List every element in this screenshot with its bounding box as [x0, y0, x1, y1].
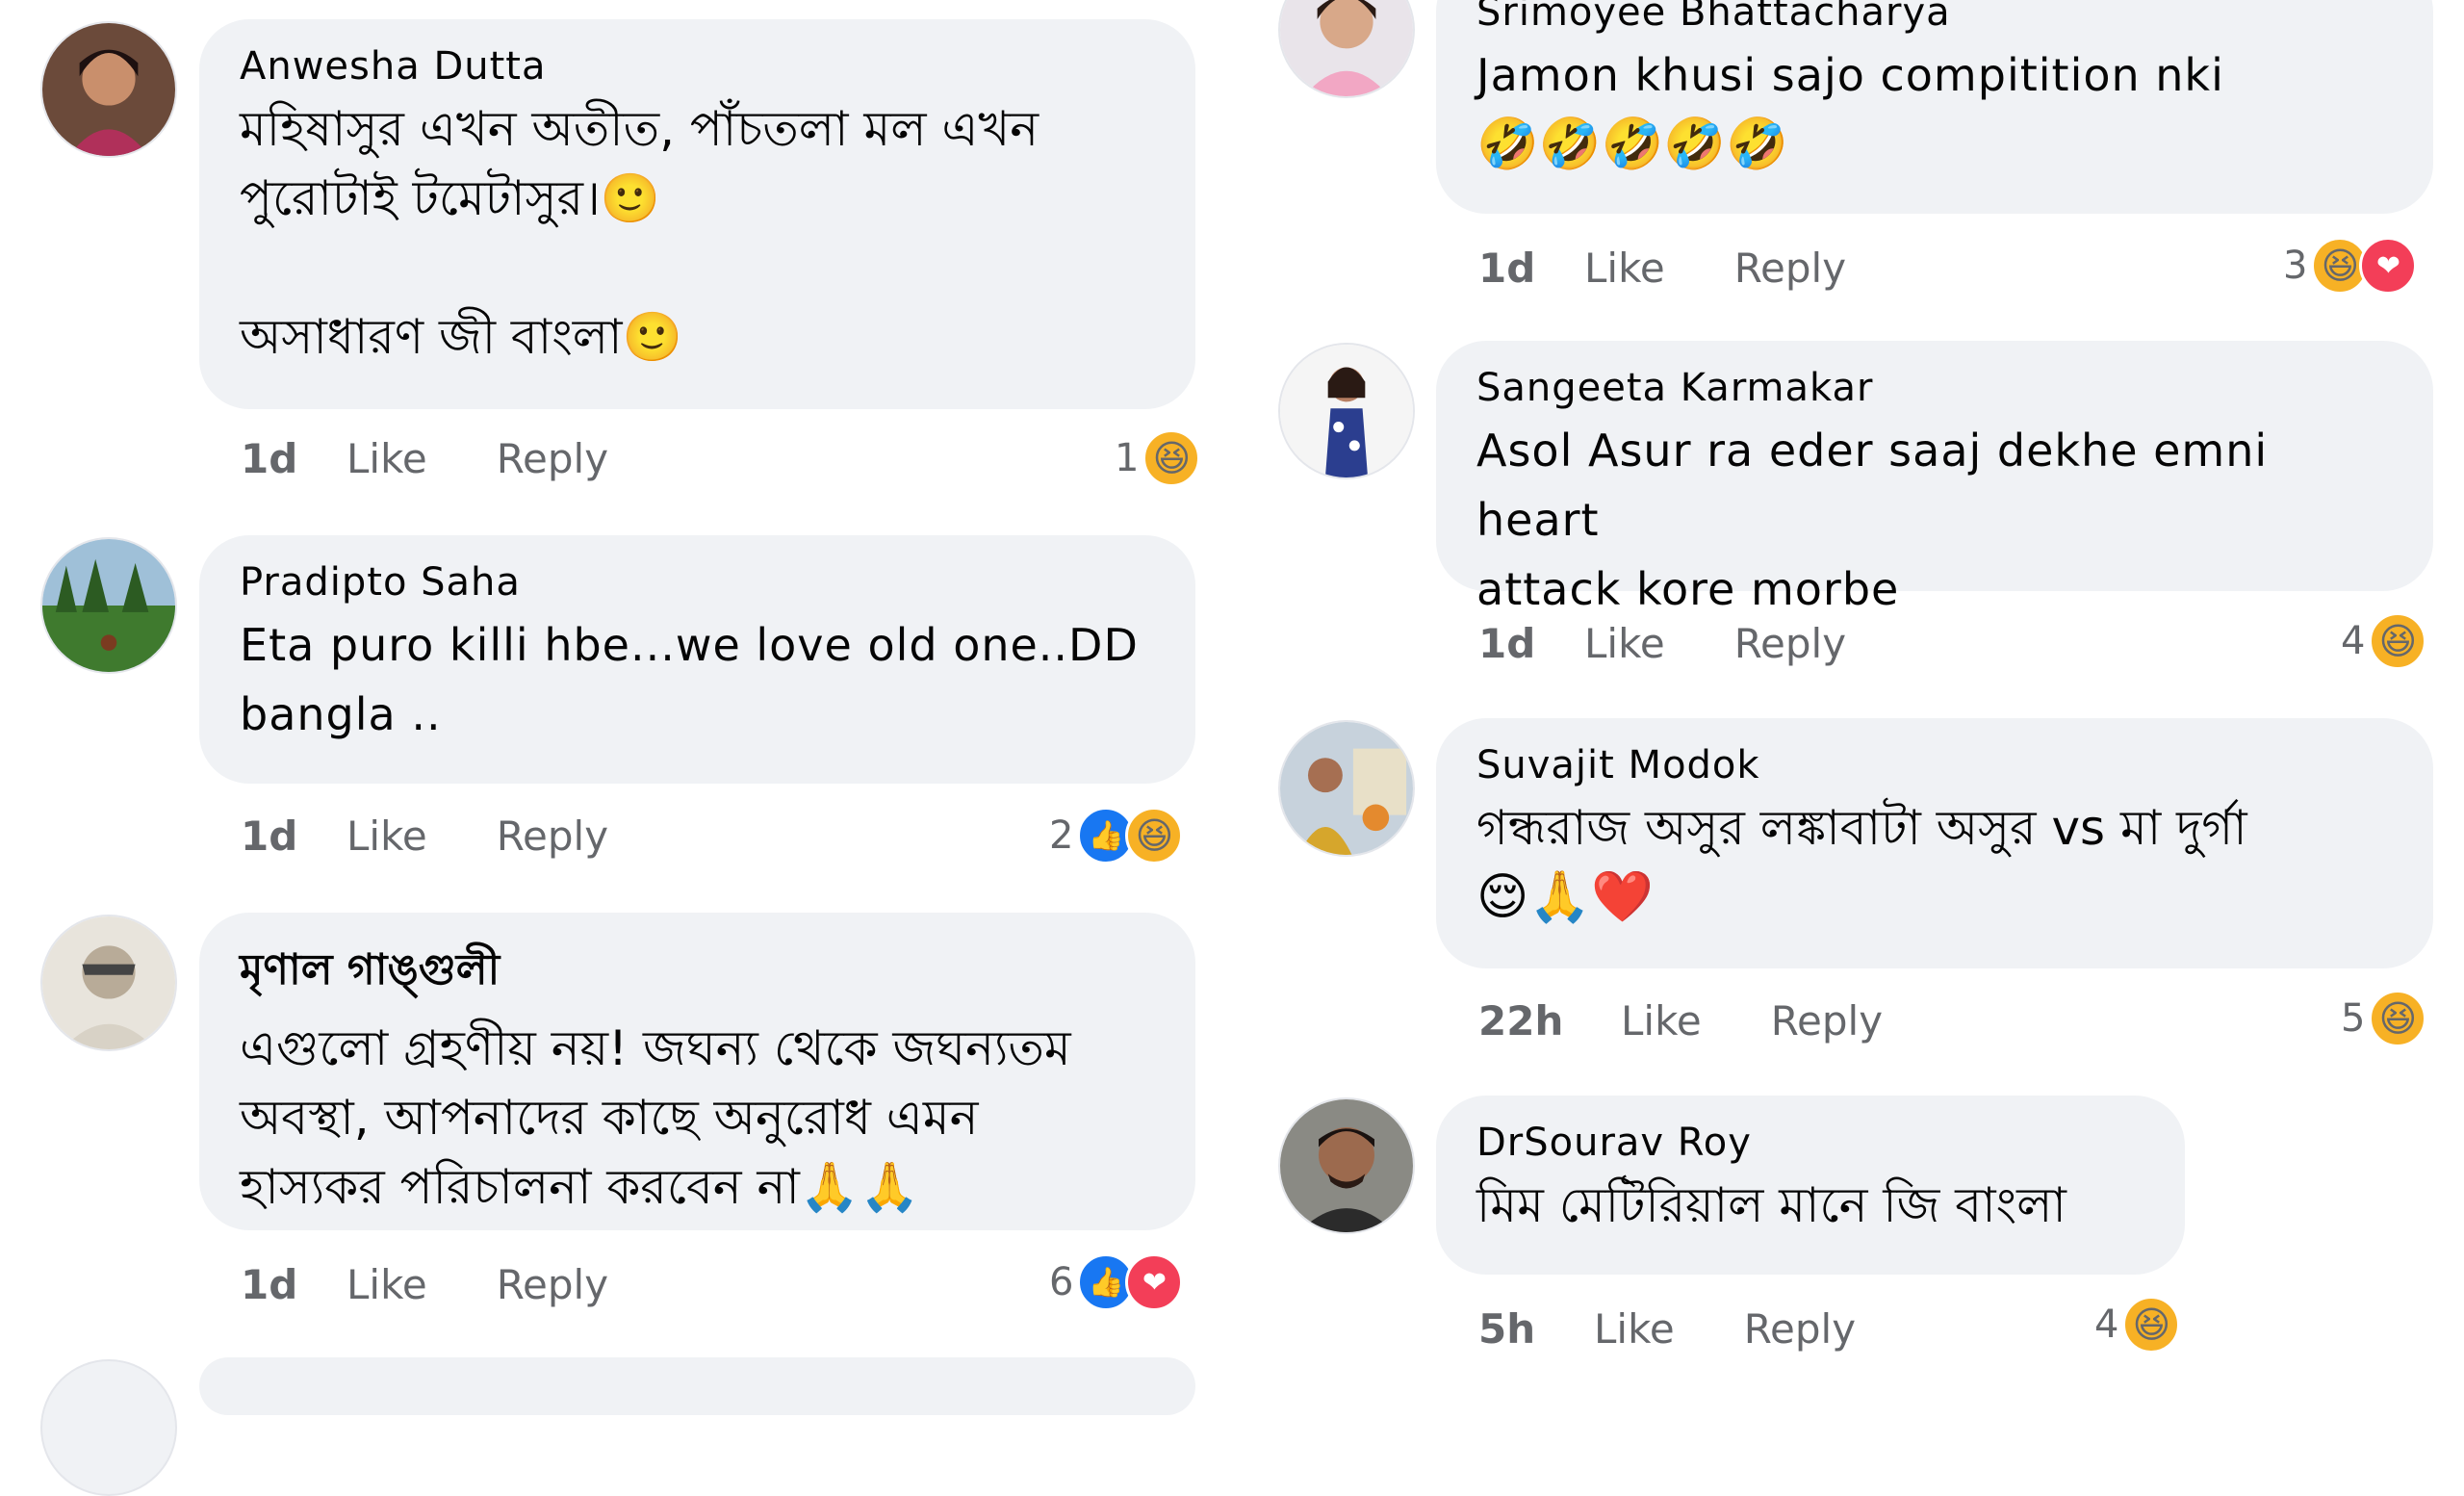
comment-author[interactable]: DrSourav Roy [1476, 1121, 2144, 1165]
like-button[interactable]: Like [1621, 997, 1702, 1045]
reply-button[interactable]: Reply [1771, 997, 1883, 1045]
comment-timestamp[interactable]: 1d [241, 812, 346, 860]
reaction-count: 5 [2341, 996, 2366, 1041]
comment-author[interactable]: Srimoyee Bhattacharya [1476, 0, 2393, 35]
reaction-count: 2 [1049, 813, 1074, 858]
reaction-count: 3 [2283, 244, 2308, 288]
comment-actions: 5h Like Reply [1478, 1305, 1925, 1353]
comment-text: মহিষাসুর এখন অতীত, পাঁচতলা মল এখন পুরোটা… [240, 101, 1040, 365]
avatar[interactable] [40, 21, 177, 158]
reaction-summary[interactable]: 4 😆 [2341, 612, 2427, 670]
haha-icon: 😆 [1142, 429, 1201, 487]
avatar[interactable] [40, 915, 177, 1051]
reaction-summary[interactable]: 2 👍 😆 [1049, 807, 1184, 864]
reply-button[interactable]: Reply [1744, 1305, 1856, 1353]
comment-bubble: Srimoyee Bhattacharya Jamon khusi sajo c… [1436, 0, 2433, 214]
comment-actions: 22h Like Reply [1478, 997, 1952, 1045]
haha-icon: 😆 [2369, 612, 2427, 670]
reply-button[interactable]: Reply [1734, 245, 1846, 292]
reply-button[interactable]: Reply [1734, 620, 1846, 667]
haha-icon: 😆 [2369, 990, 2427, 1047]
comment-author[interactable]: Suvajit Modok [1476, 743, 2393, 787]
reaction-summary[interactable]: 6 👍 ❤ [1049, 1253, 1184, 1311]
haha-icon: 😆 [1125, 807, 1184, 864]
like-button[interactable]: Like [346, 435, 427, 482]
comment-actions: 1d Like Reply [241, 812, 678, 860]
love-icon: ❤ [1125, 1253, 1184, 1311]
comment-bubble [199, 1357, 1195, 1415]
comment-author[interactable]: মৃণাল গাঙ্গুলী [240, 938, 1155, 1008]
haha-icon: 😆 [2122, 1296, 2181, 1354]
comment-text: এগুলো গ্রহণীয় নয়! জঘন্য থেকে জঘন্যতম অ… [240, 1020, 1071, 1215]
like-button[interactable]: Like [1584, 245, 1665, 292]
comment-actions: 1d Like Reply [1478, 620, 1915, 667]
reaction-summary[interactable]: 3 😆 ❤ [2283, 237, 2418, 295]
like-button[interactable]: Like [1594, 1305, 1675, 1353]
comment-text: গন্ধরাজ অসুর লঙ্কাবাটা অসুর vs মা দুর্গা [1476, 800, 2247, 856]
comment-author[interactable]: Anwesha Dutta [240, 44, 1155, 89]
reply-button[interactable]: Reply [497, 812, 608, 860]
reaction-count: 4 [2341, 619, 2366, 663]
comment-bubble: Sangeeta Karmakar Asol Asur ra eder saaj… [1436, 341, 2433, 615]
comment-text: মিম মেটিরিয়াল মানে জি বাংলা [1476, 1177, 2066, 1233]
comment-text: Asol Asur ra eder saaj dekhe emni heart … [1476, 425, 2269, 615]
comment-timestamp[interactable]: 1d [241, 1261, 346, 1308]
reaction-count: 4 [2094, 1303, 2119, 1347]
avatar[interactable] [1278, 0, 1415, 98]
avatar[interactable] [40, 1359, 177, 1496]
reaction-count: 1 [1115, 436, 1140, 480]
comment-timestamp[interactable]: 1d [241, 435, 346, 482]
reaction-count: 6 [1049, 1260, 1074, 1304]
reaction-summary[interactable]: 5 😆 [2341, 990, 2427, 1047]
comment-timestamp[interactable]: 1d [1478, 620, 1584, 667]
avatar[interactable] [40, 537, 177, 674]
comment-text: Eta puro killi hbe...we love old one..DD… [240, 619, 1139, 740]
like-button[interactable]: Like [346, 1261, 427, 1308]
like-button[interactable]: Like [346, 812, 427, 860]
avatar[interactable] [1278, 343, 1415, 479]
comment-emojis: 🤣🤣🤣🤣🤣 [1476, 116, 1788, 173]
reaction-summary[interactable]: 4 😆 [2094, 1296, 2181, 1354]
comment-bubble: Suvajit Modok গন্ধরাজ অসুর লঙ্কাবাটা অসু… [1436, 718, 2433, 968]
comment-actions: 1d Like Reply [241, 1261, 678, 1308]
comment-bubble: মৃণাল গাঙ্গুলী এগুলো গ্রহণীয় নয়! জঘন্য… [199, 913, 1195, 1230]
avatar[interactable] [1278, 720, 1415, 857]
comment-bubble: Anwesha Dutta মহিষাসুর এখন অতীত, পাঁচতলা… [199, 19, 1195, 409]
reply-button[interactable]: Reply [497, 435, 608, 482]
comment-text: Jamon khusi sajo compitition nki [1476, 49, 2224, 101]
comment-timestamp[interactable]: 22h [1478, 997, 1621, 1045]
comment-bubble: DrSourav Roy মিম মেটিরিয়াল মানে জি বাংল… [1436, 1096, 2185, 1275]
reply-button[interactable]: Reply [497, 1261, 608, 1308]
comment-actions: 1d Like Reply [1478, 245, 1915, 292]
like-button[interactable]: Like [1584, 620, 1665, 667]
comment-bubble: Pradipto Saha Eta puro killi hbe...we lo… [199, 535, 1195, 784]
comment-emojis: 😌🙏❤️ [1476, 868, 1654, 926]
avatar[interactable] [1278, 1097, 1415, 1234]
comment-author[interactable]: Pradipto Saha [240, 560, 1155, 605]
comment-timestamp[interactable]: 5h [1478, 1305, 1594, 1353]
comment-timestamp[interactable]: 1d [1478, 245, 1584, 292]
comment-author[interactable]: Sangeeta Karmakar [1476, 366, 2393, 410]
comment-actions: 1d Like Reply [241, 435, 678, 482]
love-icon: ❤ [2359, 237, 2418, 295]
reaction-summary[interactable]: 1 😆 [1115, 429, 1201, 487]
